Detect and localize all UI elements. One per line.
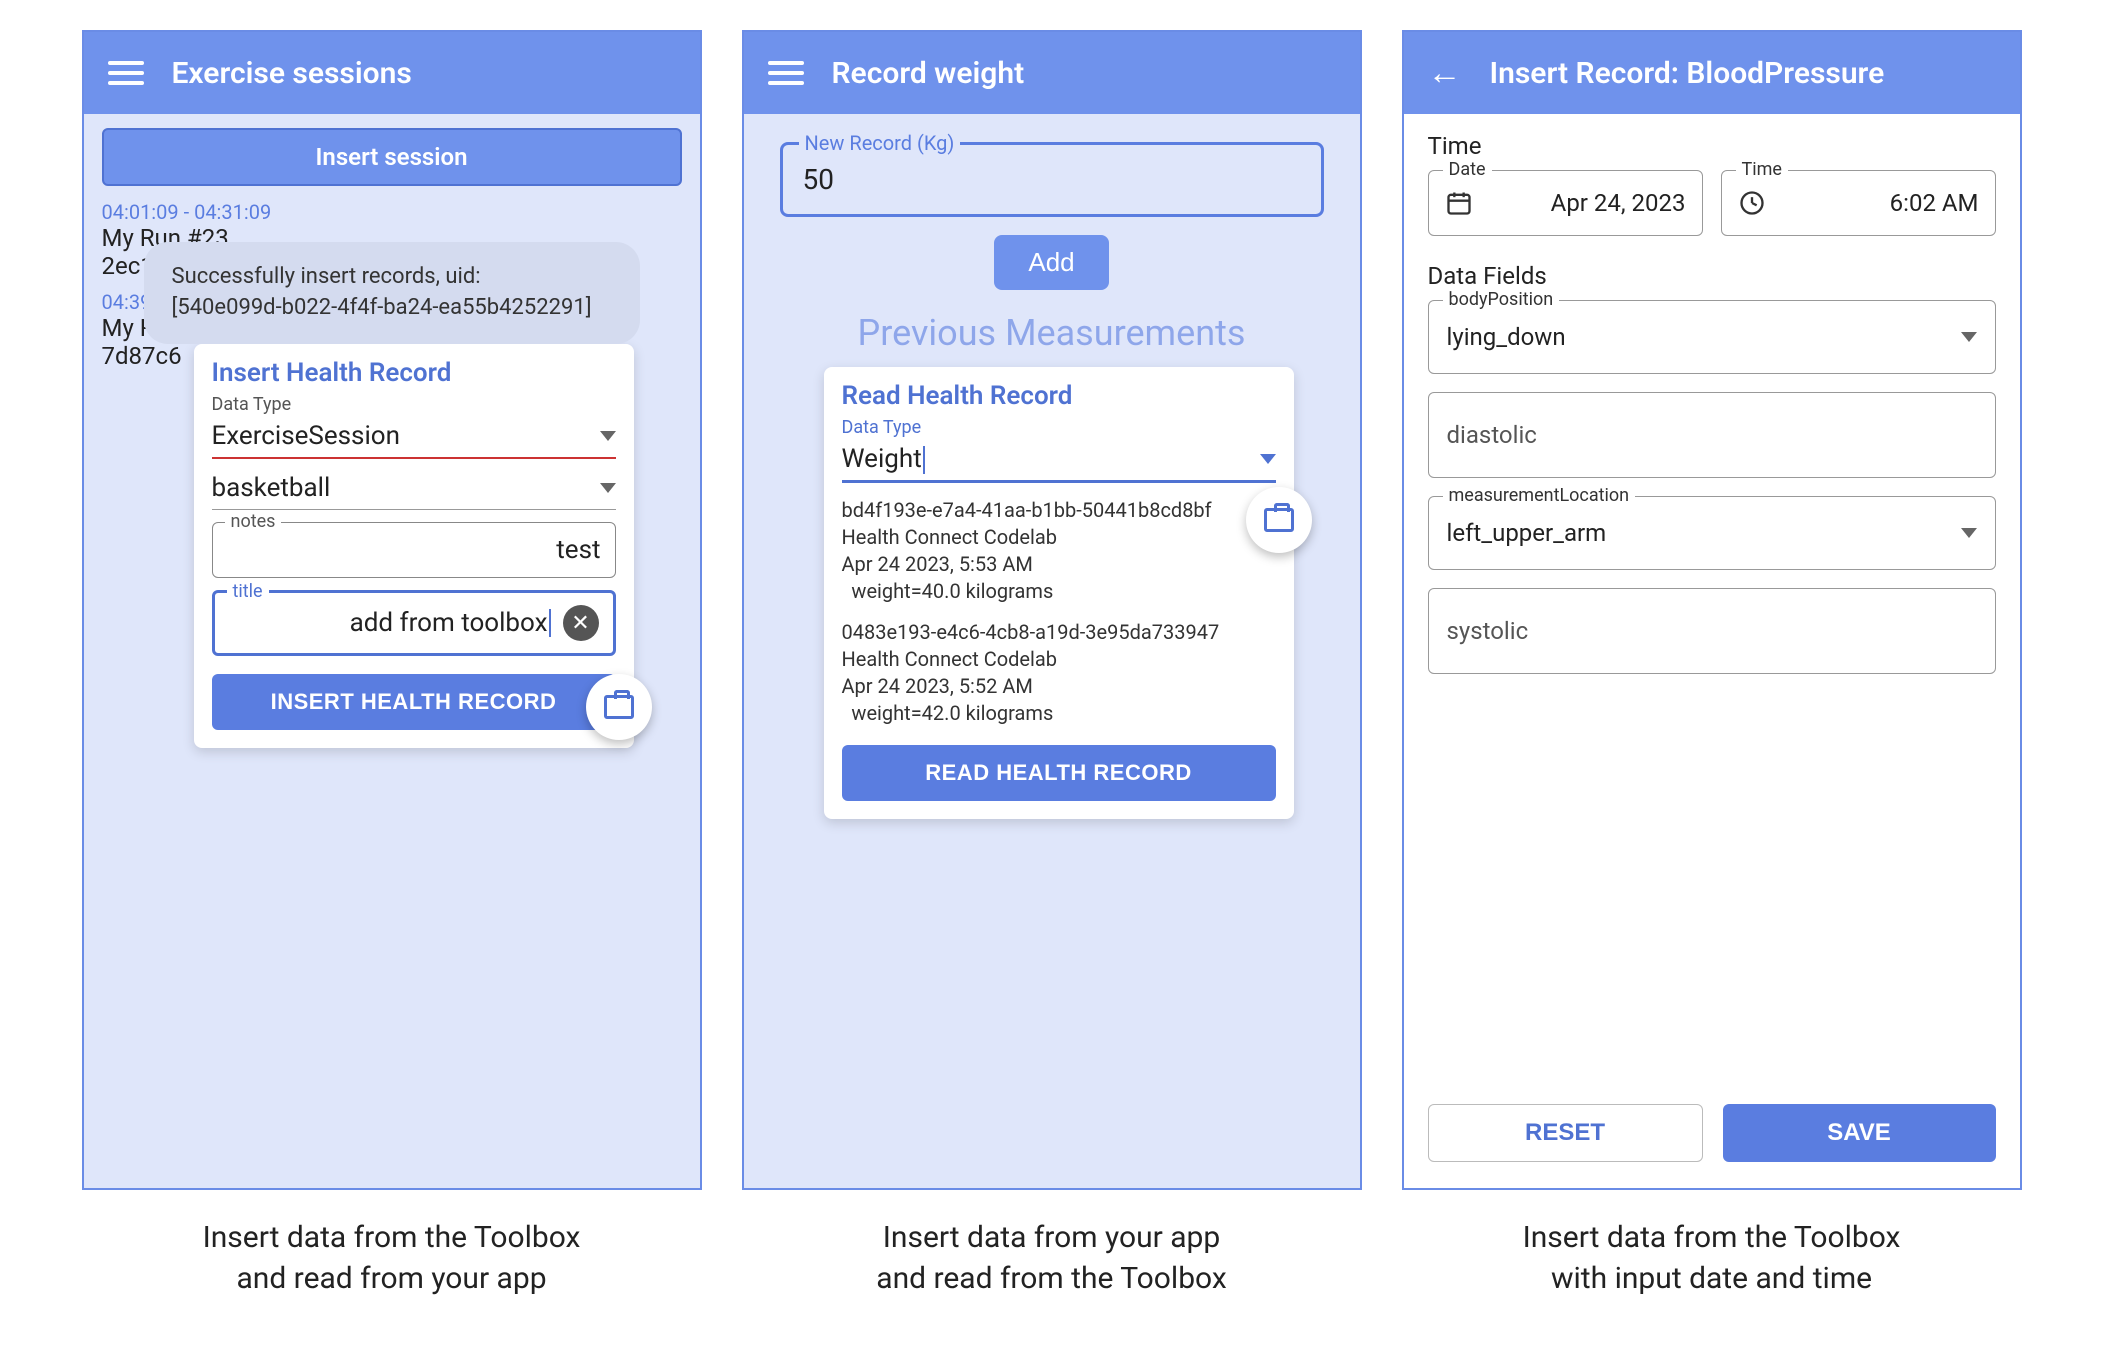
clock-icon <box>1738 189 1766 217</box>
toolbox-fab[interactable] <box>1246 487 1312 553</box>
datetime-row: Date Apr 24, 2023 Time 6:02 AM <box>1428 170 1996 236</box>
body-position-dropdown[interactable]: bodyPosition lying_down <box>1428 300 1996 374</box>
session-time: 04:01:09 - 04:31:09 <box>102 200 682 224</box>
content-area: New Record (Kg) 50 Add Previous Measurem… <box>744 142 1360 1190</box>
reading-value: weight=40.0 kilograms <box>842 578 1276 605</box>
caption-1: Insert data from the Toolbox and read fr… <box>82 1218 702 1299</box>
systolic-input[interactable]: systolic <box>1428 588 1996 674</box>
notes-value: test <box>227 535 601 565</box>
snackbar-line1: Successfully insert records, uid: <box>172 262 612 293</box>
reading-timestamp: Apr 24 2023, 5:52 AM <box>842 673 1276 700</box>
reading-entry: bd4f193e-e7a4-41aa-b1bb-50441b8cd8bf Hea… <box>842 497 1276 605</box>
content-area: Time Date Apr 24, 2023 Time 6:02 AM Data… <box>1404 114 2020 1188</box>
notes-input[interactable]: notes test <box>212 522 616 578</box>
diastolic-placeholder: diastolic <box>1447 421 1537 449</box>
time-picker[interactable]: Time 6:02 AM <box>1721 170 1996 236</box>
data-type-value: Weight <box>842 444 922 474</box>
insert-health-record-button[interactable]: INSERT HEALTH RECORD <box>212 674 616 730</box>
clear-icon[interactable]: ✕ <box>563 605 599 641</box>
content-area: Insert session 04:01:09 - 04:31:09 My Ru… <box>84 114 700 394</box>
measurement-location-label: measurementLocation <box>1443 485 1636 506</box>
reading-app: Health Connect Codelab <box>842 646 1276 673</box>
popup-title: Insert Health Record <box>212 358 616 388</box>
notes-label: notes <box>225 511 282 532</box>
title-input[interactable]: title add from toolbox ✕ <box>212 590 616 656</box>
new-record-label: New Record (Kg) <box>799 131 961 155</box>
body-position-label: bodyPosition <box>1443 289 1560 310</box>
popup-title: Read Health Record <box>842 381 1276 411</box>
new-record-input[interactable]: New Record (Kg) 50 <box>780 142 1324 217</box>
insert-health-record-popup: Insert Health Record Data Type ExerciseS… <box>194 344 634 748</box>
phone-exercise-sessions: Exercise sessions Insert session 04:01:0… <box>82 30 702 1190</box>
briefcase-icon <box>1264 508 1294 532</box>
chevron-down-icon <box>1260 454 1276 464</box>
appbar-title: Exercise sessions <box>172 56 412 91</box>
exercise-type-dropdown[interactable]: basketball <box>212 467 616 510</box>
chevron-down-icon <box>600 431 616 441</box>
diastolic-input[interactable]: diastolic <box>1428 392 1996 478</box>
calendar-icon <box>1445 189 1473 217</box>
chevron-down-icon <box>600 483 616 493</box>
read-health-record-button[interactable]: READ HEALTH RECORD <box>842 745 1276 801</box>
add-button[interactable]: Add <box>994 235 1108 290</box>
back-arrow-icon[interactable]: ← <box>1428 53 1462 93</box>
systolic-placeholder: systolic <box>1447 617 1529 645</box>
insert-session-button[interactable]: Insert session <box>102 128 682 186</box>
briefcase-icon <box>604 695 634 719</box>
reading-value: weight=42.0 kilograms <box>842 700 1276 727</box>
date-label: Date <box>1443 159 1492 180</box>
caption-2: Insert data from your app and read from … <box>742 1218 1362 1299</box>
appbar: ← Insert Record: BloodPressure <box>1404 32 2020 114</box>
chevron-down-icon <box>1961 332 1977 342</box>
appbar: Record weight <box>744 32 1360 114</box>
data-fields-section-label: Data Fields <box>1428 262 1996 290</box>
panels-row: Exercise sessions Insert session 04:01:0… <box>30 30 2073 1190</box>
exercise-type-value: basketball <box>212 473 331 503</box>
snackbar-line2: [540e099d-b022-4f4f-ba24-ea55b4252291] <box>172 293 612 324</box>
measurement-location-dropdown[interactable]: measurementLocation left_upper_arm <box>1428 496 1996 570</box>
appbar-title: Insert Record: BloodPressure <box>1490 56 1885 91</box>
phone-insert-bloodpressure: ← Insert Record: BloodPressure Time Date… <box>1402 30 2022 1190</box>
captions-row: Insert data from the Toolbox and read fr… <box>30 1218 2073 1299</box>
data-type-dropdown[interactable]: Weight <box>842 438 1276 483</box>
data-type-value: ExerciseSession <box>212 421 401 451</box>
chevron-down-icon <box>1961 528 1977 538</box>
title-label: title <box>227 581 269 602</box>
reading-app: Health Connect Codelab <box>842 524 1276 551</box>
time-section-label: Time <box>1428 132 1996 160</box>
text-cursor <box>923 446 925 474</box>
toolbox-fab[interactable] <box>586 674 652 740</box>
time-label: Time <box>1736 159 1788 180</box>
text-cursor <box>549 609 551 637</box>
reading-uuid: bd4f193e-e7a4-41aa-b1bb-50441b8cd8bf <box>842 497 1276 524</box>
reading-uuid: 0483e193-e4c6-4cb8-a19d-3e95da733947 <box>842 619 1276 646</box>
snackbar: Successfully insert records, uid: [540e0… <box>144 242 640 344</box>
measurement-location-value: left_upper_arm <box>1447 519 1607 547</box>
appbar: Exercise sessions <box>84 32 700 114</box>
caption-3: Insert data from the Toolbox with input … <box>1402 1218 2022 1299</box>
reset-button[interactable]: RESET <box>1428 1104 1703 1162</box>
data-type-label: Data Type <box>212 394 616 415</box>
new-record-value: 50 <box>803 163 1301 196</box>
data-type-dropdown[interactable]: ExerciseSession <box>212 415 616 459</box>
time-value: 6:02 AM <box>1890 189 1979 217</box>
data-type-label: Data Type <box>842 417 1276 438</box>
menu-icon[interactable] <box>108 55 144 91</box>
menu-icon[interactable] <box>768 55 804 91</box>
save-button[interactable]: SAVE <box>1723 1104 1996 1162</box>
reading-entry: 0483e193-e4c6-4cb8-a19d-3e95da733947 Hea… <box>842 619 1276 727</box>
read-health-record-popup: Read Health Record Data Type Weight bd4f… <box>824 367 1294 819</box>
bottom-button-row: RESET SAVE <box>1428 1104 1996 1162</box>
phone-record-weight: Record weight New Record (Kg) 50 Add Pre… <box>742 30 1362 1190</box>
date-picker[interactable]: Date Apr 24, 2023 <box>1428 170 1703 236</box>
date-value: Apr 24, 2023 <box>1551 189 1686 217</box>
reading-timestamp: Apr 24 2023, 5:53 AM <box>842 551 1276 578</box>
title-value: add from toolbox <box>350 608 548 638</box>
body-position-value: lying_down <box>1447 323 1566 351</box>
previous-measurements-heading: Previous Measurements <box>744 312 1360 354</box>
appbar-title: Record weight <box>832 56 1025 91</box>
